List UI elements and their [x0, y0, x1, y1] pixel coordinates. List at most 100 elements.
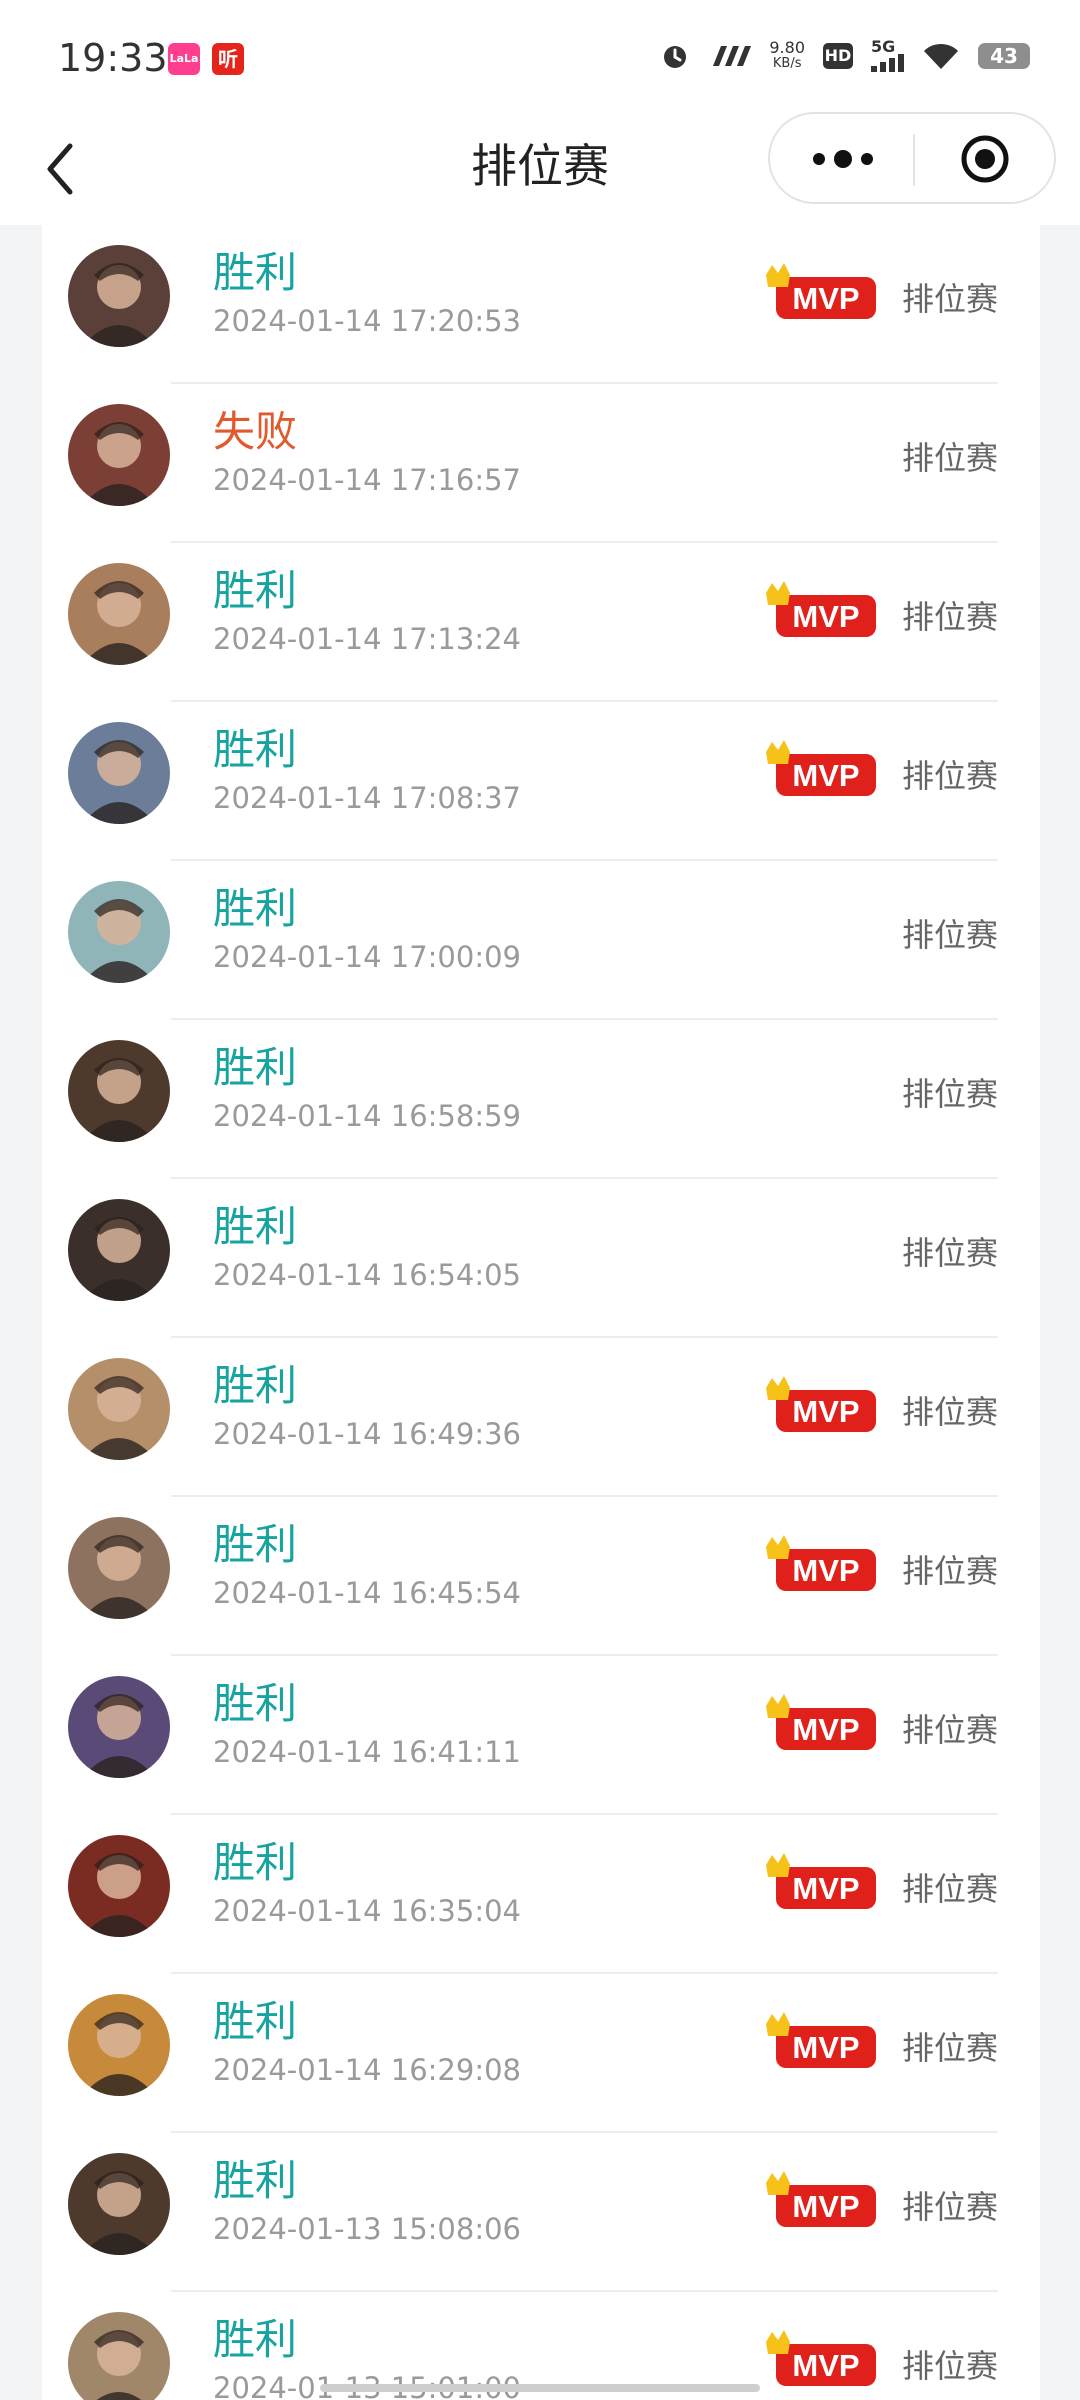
- match-row[interactable]: 胜利 2024-01-14 17:08:37 MVP 排位赛: [42, 702, 1040, 861]
- carrier-icon: [713, 46, 752, 66]
- status-indicators: 9.80 KB/s HD 5G 43: [659, 34, 1030, 78]
- mini-program-capsule: [768, 112, 1056, 204]
- match-time: 2024-01-14 16:35:04: [213, 1894, 521, 1928]
- more-button[interactable]: [808, 148, 878, 170]
- hero-avatar: [68, 563, 170, 665]
- match-mode: 排位赛: [901, 757, 998, 795]
- mvp-badge: MVP: [764, 1376, 878, 1440]
- match-time: 2024-01-14 16:49:36: [213, 1417, 521, 1451]
- mvp-badge: MVP: [764, 263, 878, 327]
- more-dots-icon: [813, 150, 873, 168]
- hero-avatar: [68, 722, 170, 824]
- match-time: 2024-01-14 16:29:08: [213, 2053, 521, 2087]
- match-row[interactable]: 胜利 2024-01-14 16:49:36 MVP 排位赛: [42, 1338, 1040, 1497]
- match-row[interactable]: 失败 2024-01-14 17:16:57 排位赛: [42, 384, 1040, 543]
- match-result: 失败: [213, 407, 298, 456]
- hero-portrait-icon: [68, 1199, 170, 1301]
- hero-portrait-icon: [68, 1517, 170, 1619]
- hero-portrait-icon: [68, 563, 170, 665]
- mvp-badge: MVP: [764, 740, 878, 804]
- mvp-crown-badge-icon: MVP: [766, 2330, 876, 2386]
- match-row[interactable]: 胜利 2024-01-14 17:13:24 MVP 排位赛: [42, 543, 1040, 702]
- match-row[interactable]: 胜利 2024-01-14 16:58:59 排位赛: [42, 1020, 1040, 1179]
- match-time: 2024-01-14 16:45:54: [213, 1576, 521, 1610]
- hero-portrait-icon: [68, 881, 170, 983]
- match-mode: 排位赛: [901, 1711, 998, 1749]
- match-row[interactable]: 胜利 2024-01-13 15:08:06 MVP 排位赛: [42, 2133, 1040, 2292]
- match-mode: 排位赛: [901, 280, 998, 318]
- match-row[interactable]: 胜利 2024-01-14 17:00:09 排位赛: [42, 861, 1040, 1020]
- match-result: 胜利: [213, 725, 298, 774]
- mvp-crown-badge-icon: MVP: [766, 263, 876, 319]
- mvp-badge: MVP: [764, 2330, 878, 2394]
- wifi-icon: [924, 43, 958, 69]
- mvp-crown-badge-icon: MVP: [766, 1535, 876, 1591]
- mvp-text: MVP: [792, 1394, 859, 1429]
- hero-avatar: [68, 1199, 170, 1301]
- match-mode: 排位赛: [901, 439, 998, 477]
- mvp-badge: MVP: [764, 1535, 878, 1599]
- hero-avatar: [68, 2312, 170, 2400]
- hero-avatar: [68, 1994, 170, 2096]
- match-time: 2024-01-14 17:16:57: [213, 463, 521, 497]
- hero-avatar: [68, 1517, 170, 1619]
- hero-avatar: [68, 1676, 170, 1778]
- match-result: 胜利: [213, 2156, 298, 2205]
- lala-app-icon: LaLa: [168, 43, 200, 75]
- match-mode: 排位赛: [901, 598, 998, 636]
- close-mini-program-button[interactable]: [960, 134, 1010, 184]
- hero-portrait-icon: [68, 245, 170, 347]
- mvp-text: MVP: [792, 1712, 859, 1747]
- hero-avatar: [68, 245, 170, 347]
- mvp-text: MVP: [792, 599, 859, 634]
- match-row[interactable]: 胜利 2024-01-14 16:35:04 MVP 排位赛: [42, 1815, 1040, 1974]
- hero-avatar: [68, 881, 170, 983]
- match-time: 2024-01-14 17:00:09: [213, 940, 521, 974]
- match-row[interactable]: 胜利 2024-01-14 17:20:53 MVP 排位赛: [42, 225, 1040, 384]
- match-mode: 排位赛: [901, 1234, 998, 1272]
- match-result: 胜利: [213, 1202, 298, 1251]
- alarm-icon: [664, 46, 687, 68]
- match-row[interactable]: 胜利 2024-01-14 16:45:54 MVP 排位赛: [42, 1497, 1040, 1656]
- match-result: 胜利: [213, 566, 298, 615]
- hero-avatar: [68, 2153, 170, 2255]
- hero-avatar: [68, 1835, 170, 1937]
- home-indicator: [320, 2384, 760, 2392]
- match-result: 胜利: [213, 1361, 298, 1410]
- mvp-crown-badge-icon: MVP: [766, 581, 876, 637]
- mvp-crown-badge-icon: MVP: [766, 1853, 876, 1909]
- match-mode: 排位赛: [901, 2347, 998, 2385]
- match-result: 胜利: [213, 2315, 298, 2364]
- match-row[interactable]: 胜利 2024-01-14 16:54:05 排位赛: [42, 1179, 1040, 1338]
- mvp-crown-badge-icon: MVP: [766, 2012, 876, 2068]
- match-result: 胜利: [213, 884, 298, 933]
- match-time: 2024-01-14 17:08:37: [213, 781, 521, 815]
- match-mode: 排位赛: [901, 1870, 998, 1908]
- mvp-badge: MVP: [764, 581, 878, 645]
- match-time: 2024-01-14 16:54:05: [213, 1258, 521, 1292]
- match-row[interactable]: 胜利 2024-01-14 16:41:11 MVP 排位赛: [42, 1656, 1040, 1815]
- mvp-text: MVP: [792, 2030, 859, 2065]
- mvp-crown-badge-icon: MVP: [766, 740, 876, 796]
- hero-avatar: [68, 1358, 170, 1460]
- hero-portrait-icon: [68, 1358, 170, 1460]
- hero-portrait-icon: [68, 1676, 170, 1778]
- mvp-text: MVP: [792, 2348, 859, 2383]
- mvp-crown-badge-icon: MVP: [766, 2171, 876, 2227]
- hero-avatar: [68, 1040, 170, 1142]
- network-type: 5G: [871, 37, 896, 56]
- target-circle-icon: [961, 135, 1009, 183]
- hero-portrait-icon: [68, 2312, 170, 2400]
- match-mode: 排位赛: [901, 1552, 998, 1590]
- hero-portrait-icon: [68, 722, 170, 824]
- hero-portrait-icon: [68, 1994, 170, 2096]
- hero-avatar: [68, 404, 170, 506]
- match-row[interactable]: 胜利 2024-01-14 16:29:08 MVP 排位赛: [42, 1974, 1040, 2133]
- match-result: 胜利: [213, 1997, 298, 2046]
- mvp-crown-badge-icon: MVP: [766, 1694, 876, 1750]
- match-mode: 排位赛: [901, 1393, 998, 1431]
- listen-app-icon: 听: [212, 43, 244, 75]
- match-result: 胜利: [213, 248, 298, 297]
- mvp-badge: MVP: [764, 2171, 878, 2235]
- match-time: 2024-01-14 17:20:53: [213, 304, 521, 338]
